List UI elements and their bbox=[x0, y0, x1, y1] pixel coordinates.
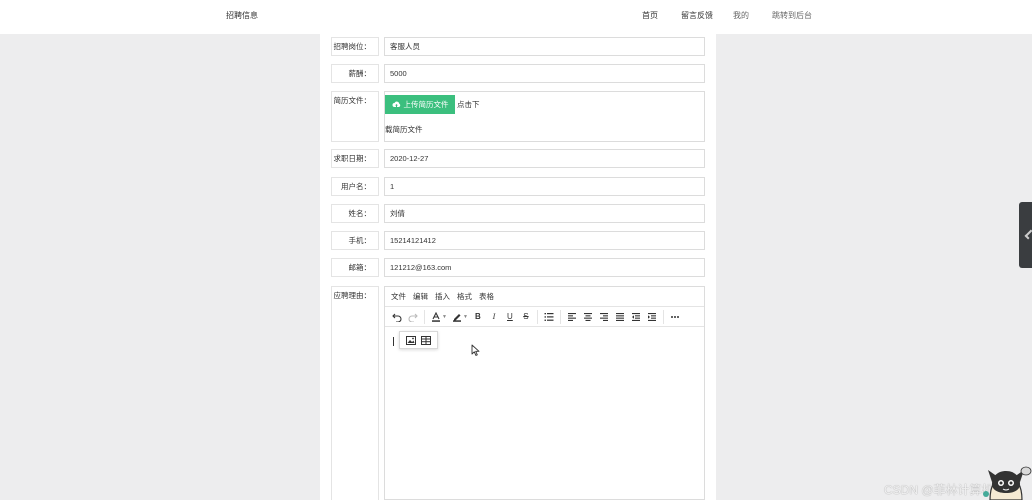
mouse-cursor-icon bbox=[471, 344, 480, 356]
table-icon[interactable] bbox=[419, 333, 433, 347]
outdent-icon[interactable] bbox=[628, 309, 644, 325]
editor-toolbar: ▼ ▼ B I U S bbox=[385, 307, 704, 327]
upload-file-name[interactable]: 载简历文件 bbox=[385, 124, 423, 135]
rich-text-editor[interactable]: 文件 编辑 插入 格式 表格 ▼ ▼ B I U S bbox=[384, 286, 705, 500]
align-right-icon[interactable] bbox=[596, 309, 612, 325]
editor-content-area[interactable] bbox=[385, 327, 704, 499]
chevron-down-icon[interactable]: ▼ bbox=[463, 314, 468, 320]
menu-format[interactable]: 格式 bbox=[457, 291, 472, 302]
image-icon[interactable] bbox=[404, 333, 418, 347]
align-justify-icon[interactable] bbox=[612, 309, 628, 325]
more-icon[interactable] bbox=[667, 309, 683, 325]
toolbar-divider bbox=[559, 309, 561, 324]
nav-admin[interactable]: 跳转到后台 bbox=[772, 10, 812, 21]
cloud-upload-icon bbox=[392, 101, 400, 107]
nav-home[interactable]: 首页 bbox=[642, 10, 658, 21]
resume-label: 简历文件： bbox=[331, 91, 379, 142]
upload-resume-button[interactable]: 上传简历文件 bbox=[385, 95, 455, 114]
username-field[interactable]: 1 bbox=[384, 177, 705, 196]
date-label: 求职日期： bbox=[331, 149, 379, 168]
site-brand[interactable]: 招聘信息 bbox=[226, 10, 258, 21]
email-label: 邮箱： bbox=[331, 258, 379, 277]
date-field[interactable]: 2020-12-27 bbox=[384, 149, 705, 168]
redo-icon[interactable] bbox=[405, 309, 421, 325]
align-left-icon[interactable] bbox=[564, 309, 580, 325]
editor-menubar: 文件 编辑 插入 格式 表格 bbox=[385, 287, 704, 307]
menu-edit[interactable]: 编辑 bbox=[413, 291, 428, 302]
salary-field[interactable]: 5000 bbox=[384, 64, 705, 83]
menu-file[interactable]: 文件 bbox=[391, 291, 406, 302]
salary-label: 薪酬： bbox=[331, 64, 379, 83]
menu-insert[interactable]: 插入 bbox=[435, 291, 450, 302]
numbered-list-icon[interactable] bbox=[541, 309, 557, 325]
strikethrough-icon[interactable]: S bbox=[518, 309, 534, 325]
text-caret bbox=[393, 337, 394, 346]
top-navbar: 招聘信息 首页 留言反馈 我的 跳转到后台 bbox=[0, 0, 1032, 34]
side-drawer-tab[interactable] bbox=[1019, 202, 1032, 268]
nav-mine[interactable]: 我的 bbox=[733, 10, 749, 21]
username-label: 用户名： bbox=[331, 177, 379, 196]
undo-icon[interactable] bbox=[389, 309, 405, 325]
toolbar-divider bbox=[424, 309, 425, 324]
reason-label: 应聘理由： bbox=[331, 286, 379, 500]
phone-field[interactable]: 15214121412 bbox=[384, 231, 705, 250]
name-label: 姓名： bbox=[331, 204, 379, 223]
upload-button-label: 上传简历文件 bbox=[403, 100, 449, 109]
chevron-down-icon[interactable]: ▼ bbox=[442, 314, 447, 320]
name-field[interactable]: 刘倩 bbox=[384, 204, 705, 223]
indent-icon[interactable] bbox=[644, 309, 660, 325]
quick-insert-toolbar bbox=[399, 331, 438, 349]
align-center-icon[interactable] bbox=[580, 309, 596, 325]
toolbar-divider bbox=[536, 309, 538, 324]
bold-icon[interactable]: B bbox=[470, 309, 486, 325]
phone-label: 手机： bbox=[331, 231, 379, 250]
upload-hint[interactable]: 点击下 bbox=[457, 99, 480, 110]
chevron-left-icon bbox=[1024, 229, 1032, 240]
underline-icon[interactable]: U bbox=[502, 309, 518, 325]
email-field[interactable]: 121212@163.com bbox=[384, 258, 705, 277]
nav-feedback[interactable]: 留言反馈 bbox=[681, 10, 713, 21]
position-field[interactable]: 客服人员 bbox=[384, 37, 705, 56]
menu-table[interactable]: 表格 bbox=[479, 291, 494, 302]
cat-mascot-icon bbox=[983, 466, 1032, 500]
italic-icon[interactable]: I bbox=[486, 309, 502, 325]
toolbar-divider bbox=[662, 309, 664, 324]
position-label: 招聘岗位： bbox=[331, 37, 379, 56]
